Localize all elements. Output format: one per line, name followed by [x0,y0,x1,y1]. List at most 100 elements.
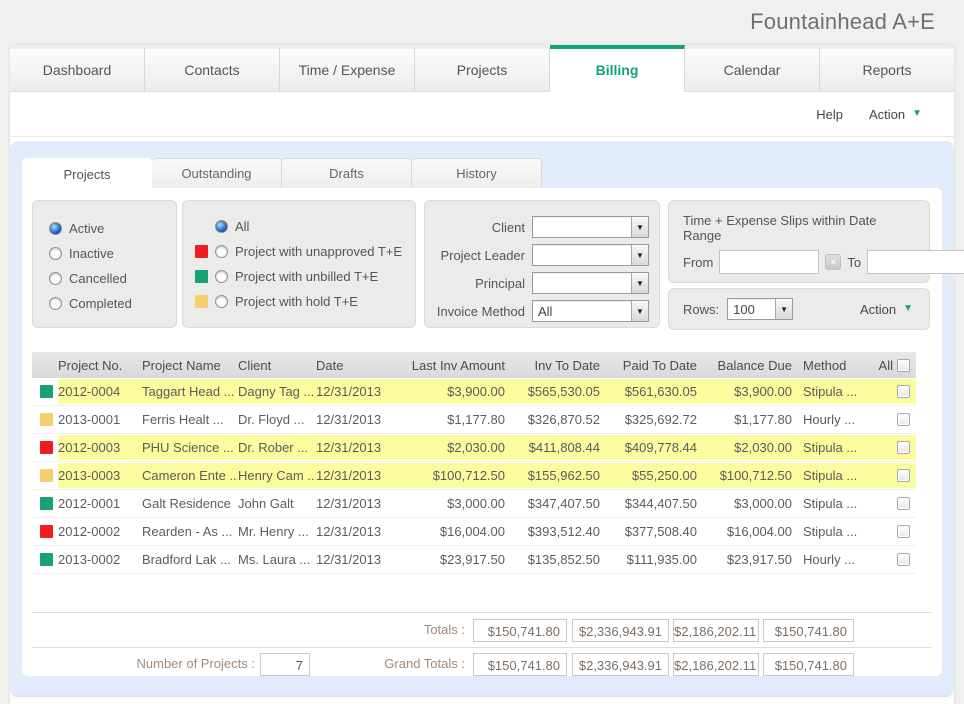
col-paid-to-date[interactable]: Paid To Date [600,358,697,373]
invoice-method-select[interactable]: All ▼ [532,300,649,322]
select-all-label: All [879,358,893,373]
cell-balance-due: $1,177.80 [697,412,792,427]
col-project-no[interactable]: Project No. [58,358,142,373]
date-range-title: Time + Expense Slips within Date Range [683,213,917,243]
col-method[interactable]: Method [792,358,876,373]
project-leader-select[interactable]: ▼ [532,244,649,266]
to-date-input[interactable] [867,250,964,274]
row-checkbox[interactable] [897,525,910,538]
subtab-history[interactable]: History [412,158,542,188]
table-body: 2012-0004 Taggart Head ... Dagny Tag ...… [32,378,916,574]
radio-inactive[interactable] [49,247,62,260]
table-row[interactable]: 2013-0003 Cameron Ente ... Henry Cam ...… [32,462,916,490]
tab-dashboard[interactable]: Dashboard [10,45,145,92]
table-row[interactable]: 2012-0004 Taggart Head ... Dagny Tag ...… [32,378,916,406]
col-date[interactable]: Date [316,358,406,373]
totals-balance-due: $150,741.80 [763,619,854,642]
radio-unapproved[interactable] [215,245,228,258]
table-row[interactable]: 2012-0002 Rearden - As ... Mr. Henry ...… [32,518,916,546]
radio-all[interactable] [215,220,228,233]
col-project-name[interactable]: Project Name [142,358,238,373]
row-checkbox[interactable] [897,441,910,454]
col-balance-due[interactable]: Balance Due [697,358,792,373]
chevron-down-icon[interactable]: ▼ [631,301,648,321]
rows-select[interactable]: 100 ▼ [727,298,793,320]
tab-projects[interactable]: Projects [415,45,550,92]
radio-hold[interactable] [215,295,228,308]
tab-contacts[interactable]: Contacts [145,45,280,92]
row-checkbox[interactable] [897,385,910,398]
cell-last-inv: $16,004.00 [406,524,505,539]
tab-billing[interactable]: Billing [550,45,685,92]
cell-paid-to-date: $55,250.00 [600,468,697,483]
principal-select[interactable]: ▼ [532,272,649,294]
table-row[interactable]: 2013-0001 Ferris Healt ... Dr. Floyd ...… [32,406,916,434]
col-client[interactable]: Client [238,358,316,373]
tab-time-expense[interactable]: Time / Expense [280,45,415,92]
col-inv-to-date[interactable]: Inv To Date [505,358,600,373]
cell-client: Mr. Henry ... [238,524,316,539]
filter-option-all[interactable]: All [195,214,415,239]
row-checkbox[interactable] [897,553,910,566]
table-row[interactable]: 2012-0003 PHU Science ... Dr. Rober ... … [32,434,916,462]
cell-last-inv: $23,917.50 [406,552,505,567]
col-last-inv-amount[interactable]: Last Inv Amount [406,358,505,373]
chevron-down-icon[interactable]: ▼ [631,273,648,293]
next-panel-edge [10,697,954,704]
cell-project-name: Galt Residence [142,496,238,511]
chevron-down-icon[interactable]: ▼ [631,217,648,237]
tab-calendar[interactable]: Calendar [685,45,820,92]
billing-content: Projects Outstanding Drafts History Acti… [10,141,954,697]
select-all-checkbox[interactable] [897,359,910,372]
radio-cancelled[interactable] [49,272,62,285]
action-menu-button[interactable]: Action ▼ [869,107,922,122]
row-flag-icon [40,413,53,426]
chevron-down-icon[interactable]: ▼ [631,245,648,265]
row-checkbox[interactable] [897,497,910,510]
table-action-label: Action [860,302,896,317]
chevron-down-icon[interactable]: ▼ [775,299,792,319]
filter-option-completed[interactable]: Completed [49,291,176,316]
cell-balance-due: $2,030.00 [697,440,792,455]
date-range-box: Time + Expense Slips within Date Range F… [668,200,930,283]
radio-active[interactable] [49,222,62,235]
help-link[interactable]: Help [816,107,843,122]
clear-from-icon[interactable]: × [825,254,841,270]
cell-inv-to-date: $155,962.50 [505,468,600,483]
cell-method: Hourly ... [792,412,876,427]
filter-option-active[interactable]: Active [49,216,176,241]
filter-option-unbilled[interactable]: Project with unbilled T+E [195,264,415,289]
radio-inactive-label: Inactive [69,246,114,261]
radio-unbilled[interactable] [215,270,228,283]
table-row[interactable]: 2013-0002 Bradford Lak ... Ms. Laura ...… [32,546,916,574]
radio-unapproved-label: Project with unapproved T+E [235,244,402,259]
tab-reports[interactable]: Reports [820,45,954,92]
cell-paid-to-date: $561,630.05 [600,384,697,399]
client-select[interactable]: ▼ [532,216,649,238]
filter-option-cancelled[interactable]: Cancelled [49,266,176,291]
app-title: Fountainhead A+E [750,9,935,35]
row-checkbox[interactable] [897,469,910,482]
cell-inv-to-date: $135,852.50 [505,552,600,567]
subtab-projects[interactable]: Projects [22,158,152,189]
row-checkbox[interactable] [897,413,910,426]
projects-panel: Active Inactive Cancelled Completed [22,188,942,676]
table-action-button[interactable]: Action ▼ [860,302,913,317]
cell-method: Stipula ... [792,440,876,455]
cell-paid-to-date: $344,407.50 [600,496,697,511]
subtab-drafts[interactable]: Drafts [282,158,412,188]
cell-method: Stipula ... [792,468,876,483]
totals-last-inv: $150,741.80 [473,619,567,642]
cell-paid-to-date: $111,935.00 [600,552,697,567]
filter-option-unapproved[interactable]: Project with unapproved T+E [195,239,415,264]
table-row[interactable]: 2012-0001 Galt Residence John Galt 12/31… [32,490,916,518]
cell-date: 12/31/2013 [316,412,406,427]
filter-option-hold[interactable]: Project with hold T+E [195,289,415,314]
cell-project-no: 2013-0002 [58,552,142,567]
cell-paid-to-date: $377,508.40 [600,524,697,539]
filter-option-inactive[interactable]: Inactive [49,241,176,266]
from-date-input[interactable] [719,250,819,274]
rows-label: Rows: [683,302,719,317]
radio-completed[interactable] [49,297,62,310]
subtab-outstanding[interactable]: Outstanding [152,158,282,188]
